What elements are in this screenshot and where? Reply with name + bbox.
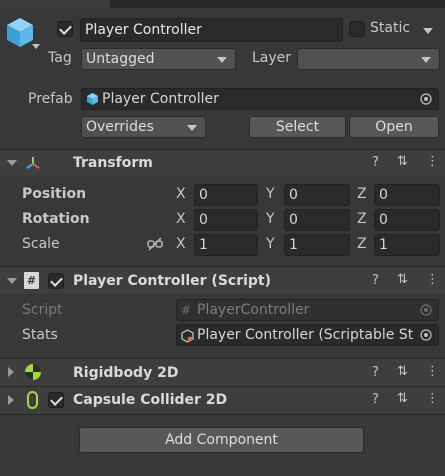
object-picker-icon[interactable] (420, 93, 432, 105)
prefab-label: Prefab (28, 91, 73, 107)
script-label: Script (22, 302, 63, 318)
foldout-expanded-icon[interactable] (7, 160, 17, 166)
position-z-field[interactable]: 0 (374, 184, 440, 206)
axis-y-label[interactable]: Y (266, 236, 275, 252)
prefab-field[interactable]: Player Controller (81, 88, 439, 110)
stats-field[interactable]: Player Controller (Scriptable St (176, 324, 439, 346)
scale-label: Scale (22, 236, 60, 252)
axis-z-label[interactable]: Z (357, 236, 367, 252)
rotation-x-field[interactable]: 0 (194, 209, 258, 231)
presets-icon[interactable]: ⇅ (397, 272, 408, 287)
capsule-collider-2d-header[interactable]: Capsule Collider 2D ? ⇅ ⋮ (0, 387, 445, 414)
chevron-down-icon (217, 57, 227, 63)
foldout-collapsed-icon[interactable] (8, 367, 14, 377)
script-value: PlayerController (197, 302, 310, 318)
divider (0, 414, 445, 415)
help-icon[interactable]: ? (372, 365, 379, 380)
script-enabled-checkbox[interactable] (48, 273, 64, 289)
scale-x-field[interactable]: 1 (194, 234, 258, 256)
chevron-down-icon (421, 57, 431, 63)
layer-dropdown[interactable] (297, 48, 440, 70)
open-button[interactable]: Open (349, 116, 439, 138)
prefab-cube-icon (87, 93, 98, 105)
tag-value: Untagged (86, 51, 155, 67)
overrides-label: Overrides (86, 119, 154, 135)
help-icon[interactable]: ? (372, 155, 379, 170)
tab-active[interactable] (0, 0, 110, 8)
more-menu-icon[interactable]: ⋮ (426, 272, 439, 287)
capsule-enabled-checkbox[interactable] (48, 392, 64, 408)
rigidbody-2d-title: Rigidbody 2D (73, 365, 179, 381)
script-field: # PlayerController (176, 299, 439, 321)
static-checkbox[interactable] (349, 21, 365, 37)
tag-label: Tag (48, 50, 72, 66)
chevron-down-icon (187, 125, 197, 131)
constrain-proportions-icon[interactable] (147, 237, 163, 251)
position-x-field[interactable]: 0 (194, 184, 258, 206)
scale-y-field[interactable]: 1 (284, 234, 350, 256)
help-icon[interactable]: ? (372, 392, 379, 407)
overrides-dropdown[interactable]: Overrides (81, 116, 206, 138)
capsule-collider-2d-title: Capsule Collider 2D (73, 392, 228, 408)
rotation-y-field[interactable]: 0 (284, 209, 350, 231)
axis-y-label[interactable]: Y (266, 211, 275, 227)
more-menu-icon[interactable]: ⋮ (426, 391, 439, 406)
rotation-label: Rotation (22, 211, 90, 227)
rigidbody-2d-icon (25, 364, 41, 380)
more-menu-icon[interactable]: ⋮ (426, 364, 439, 379)
icon-dropdown-arrow[interactable] (32, 44, 40, 49)
active-checkbox[interactable] (57, 21, 73, 37)
stats-label: Stats (22, 327, 58, 343)
axis-y-label[interactable]: Y (266, 186, 275, 202)
transform-title: Transform (73, 155, 153, 171)
script-file-icon: # (181, 303, 192, 317)
foldout-collapsed-icon[interactable] (8, 395, 14, 405)
rotation-z-field[interactable]: 0 (374, 209, 440, 231)
add-component-button[interactable]: Add Component (79, 427, 364, 453)
select-button[interactable]: Select (249, 116, 346, 138)
rigidbody-2d-header[interactable]: Rigidbody 2D ? ⇅ ⋮ (0, 359, 445, 386)
capsule-collider-icon (27, 391, 38, 409)
axis-x-label[interactable]: X (176, 186, 186, 202)
csharp-script-icon: # (24, 272, 39, 289)
more-menu-icon[interactable]: ⋮ (426, 154, 439, 169)
scale-z-field[interactable]: 1 (374, 234, 440, 256)
script-component-title: Player Controller (Script) (73, 273, 272, 289)
gameobject-cube-icon[interactable] (5, 16, 35, 50)
layer-label: Layer (252, 50, 292, 66)
help-icon[interactable]: ? (372, 273, 379, 288)
gameobject-name-field[interactable]: Player Controller (80, 18, 343, 42)
scriptable-object-icon (181, 329, 194, 343)
transform-icon (26, 157, 40, 169)
presets-icon[interactable]: ⇅ (397, 364, 408, 379)
presets-icon[interactable]: ⇅ (397, 391, 408, 406)
tag-dropdown[interactable]: Untagged (81, 48, 236, 70)
script-component-header[interactable]: # Player Controller (Script) ? ⇅ ⋮ (0, 267, 445, 294)
static-label: Static (370, 20, 411, 36)
presets-icon[interactable]: ⇅ (397, 154, 408, 169)
stats-value: Player Controller (Scriptable St (197, 327, 414, 343)
axis-z-label[interactable]: Z (357, 211, 367, 227)
axis-z-label[interactable]: Z (357, 186, 367, 202)
position-label: Position (22, 186, 87, 202)
transform-header[interactable]: Transform ? ⇅ ⋮ (0, 150, 445, 176)
foldout-expanded-icon[interactable] (7, 278, 17, 284)
prefab-value: Player Controller (102, 91, 219, 107)
static-dropdown-arrow[interactable] (423, 28, 433, 34)
object-picker-icon (420, 304, 432, 316)
position-y-field[interactable]: 0 (284, 184, 350, 206)
axis-x-label[interactable]: X (176, 211, 186, 227)
object-picker-icon[interactable] (420, 329, 432, 341)
axis-x-label[interactable]: X (176, 236, 186, 252)
